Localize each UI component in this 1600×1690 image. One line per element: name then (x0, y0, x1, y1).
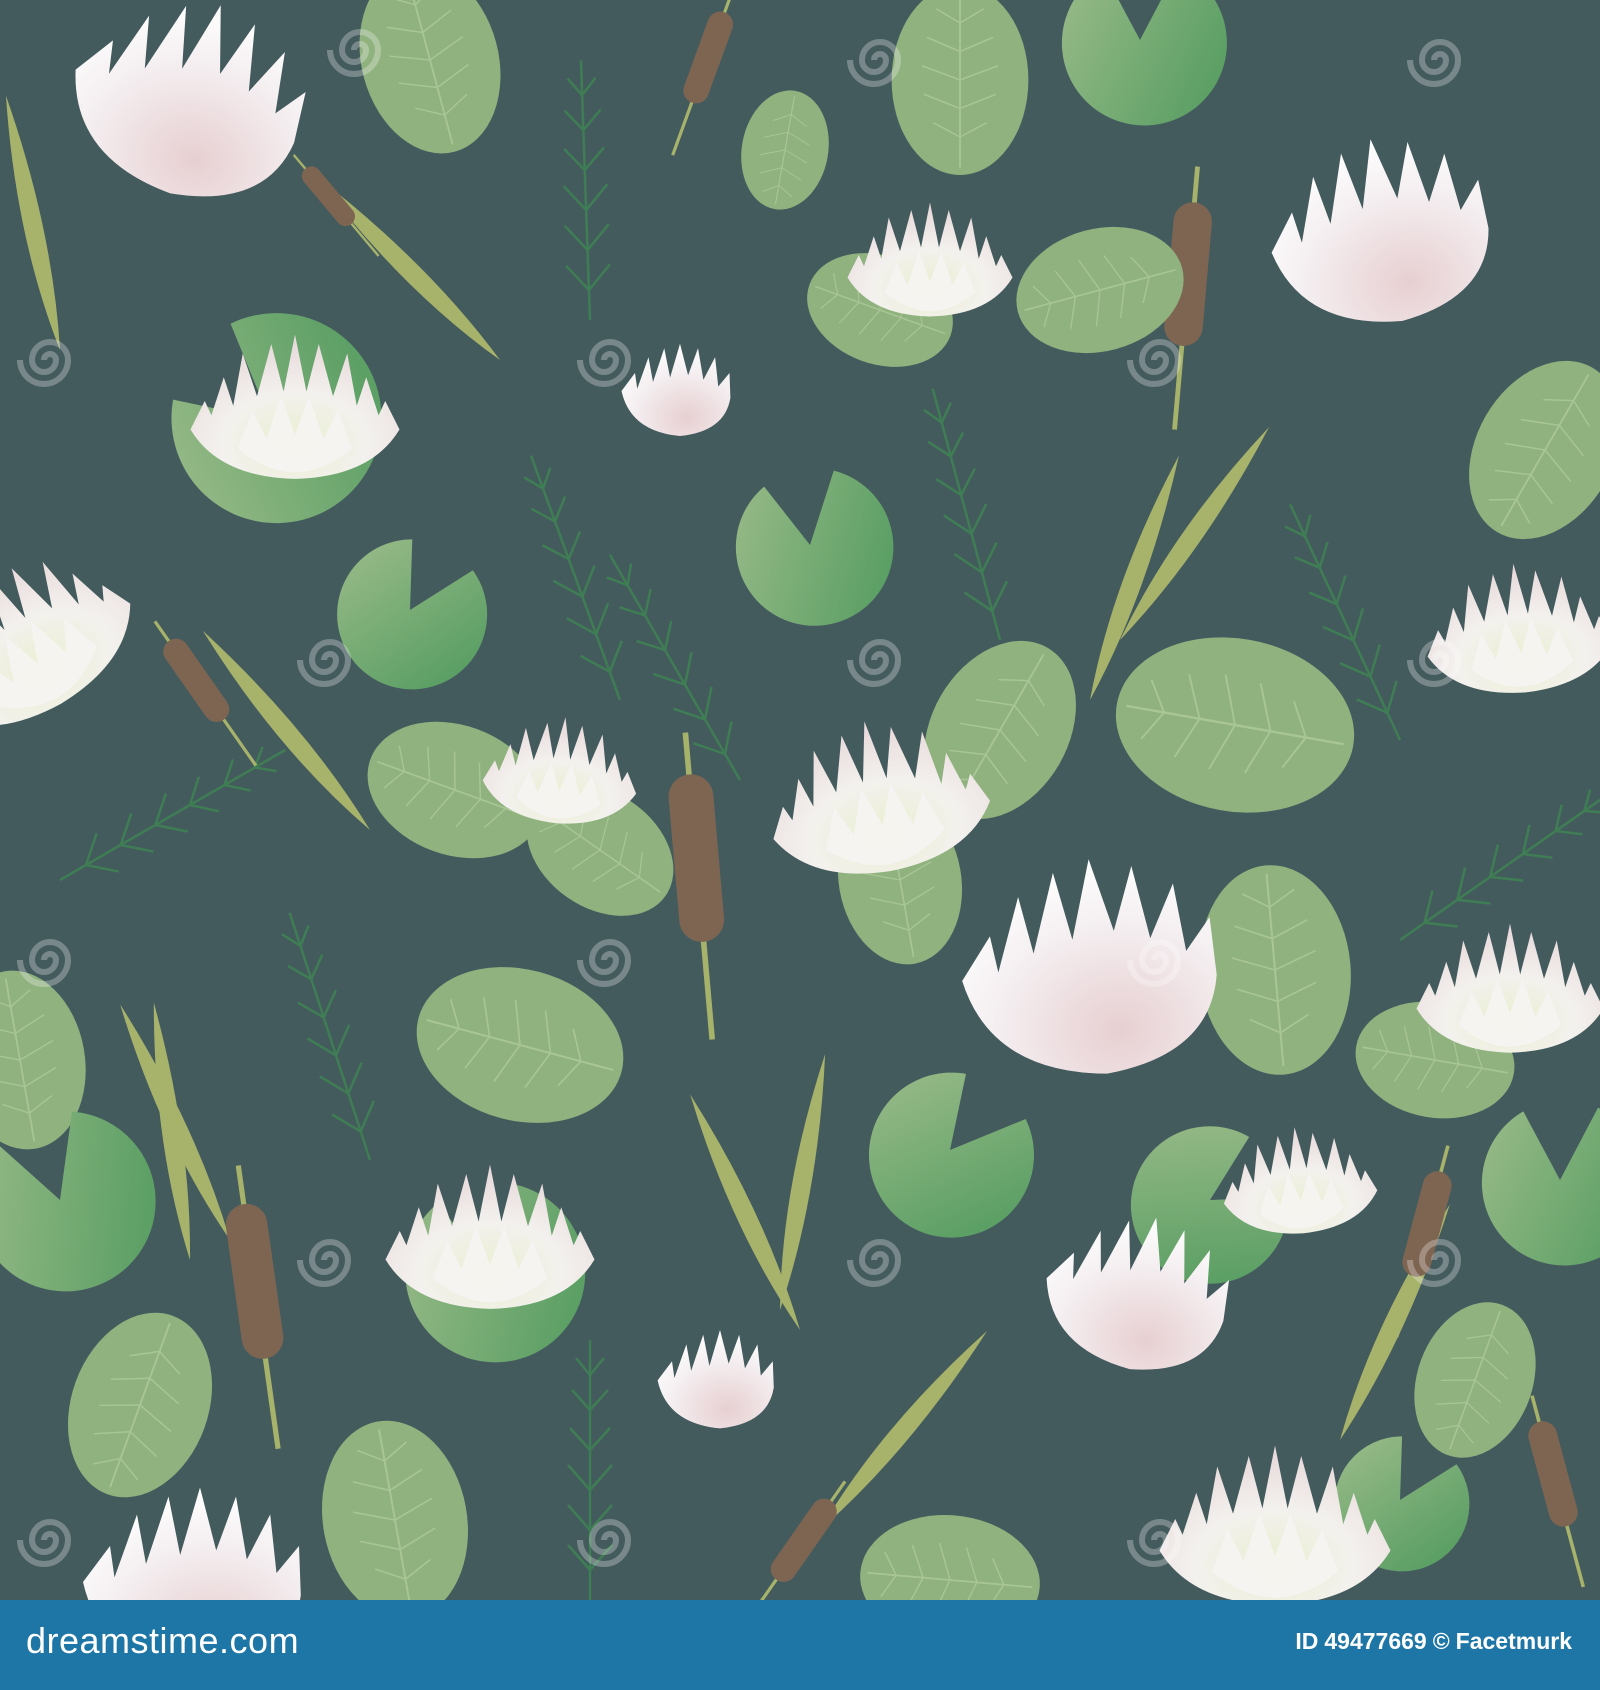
copyright-symbol: © (1432, 1628, 1450, 1654)
id-label: ID (1295, 1628, 1319, 1654)
pattern-illustration (0, 0, 1600, 1600)
stock-footer-bar: dreamstime.com ID 49477669 © Facetmurk (0, 1600, 1600, 1690)
image-credit: ID 49477669 © Facetmurk (1295, 1628, 1578, 1655)
brand-url[interactable]: dreamstime.com (26, 1620, 299, 1662)
image-id: 49477669 (1324, 1628, 1427, 1654)
author-name: Facetmurk (1455, 1628, 1572, 1654)
